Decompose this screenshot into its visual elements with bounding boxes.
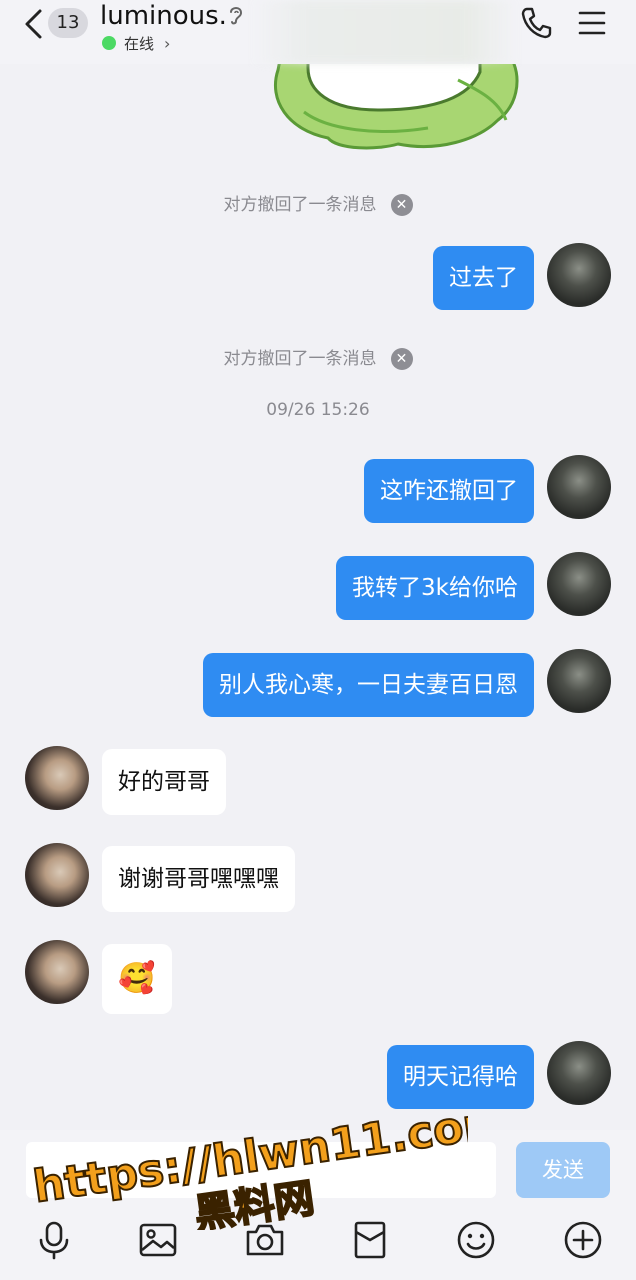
unread-count-badge[interactable]: 13 [48, 8, 88, 38]
dismiss-icon[interactable]: ✕ [390, 194, 413, 216]
camera-icon[interactable] [245, 1220, 285, 1260]
online-status-label: 在线 [124, 34, 155, 53]
contact-name[interactable]: luminous. [100, 0, 227, 32]
system-message: 对方撤回了一条消息 ✕ [0, 344, 636, 370]
dismiss-icon[interactable]: ✕ [390, 348, 413, 370]
system-message: 对方撤回了一条消息 ✕ [0, 190, 636, 216]
my-avatar[interactable] [547, 1041, 611, 1105]
online-dot-icon [102, 36, 116, 50]
incoming-emoji-bubble[interactable]: 🥰 [102, 944, 172, 1014]
my-avatar[interactable] [547, 552, 611, 616]
outgoing-message-bubble[interactable]: 这咋还撤回了 [364, 459, 534, 523]
microphone-icon[interactable] [34, 1220, 74, 1260]
online-status[interactable]: 在线 › [102, 33, 170, 53]
my-avatar[interactable] [547, 455, 611, 519]
contact-avatar[interactable] [25, 746, 89, 810]
my-avatar[interactable] [547, 243, 611, 307]
contact-avatar[interactable] [25, 940, 89, 1004]
incoming-message-bubble[interactable]: 好的哥哥 [102, 749, 226, 815]
system-message-text: 对方撤回了一条消息 [223, 349, 377, 369]
back-icon[interactable] [22, 8, 46, 40]
message-timestamp: 09/26 15:26 [266, 400, 370, 420]
menu-icon[interactable] [578, 10, 606, 36]
chevron-right-icon: › [164, 33, 171, 53]
blurred-sticker-area [250, 0, 520, 64]
incoming-message-bubble[interactable]: 谢谢哥哥嘿嘿嘿 [102, 846, 295, 912]
phone-icon[interactable] [520, 6, 552, 40]
outgoing-message-bubble[interactable]: 别人我心寒，一日夫妻百日恩 [203, 653, 534, 717]
contact-avatar[interactable] [25, 843, 89, 907]
ear-icon [230, 7, 243, 25]
outgoing-message-bubble[interactable]: 过去了 [433, 246, 534, 310]
cabbage-sticker[interactable] [268, 60, 524, 152]
outgoing-message-bubble[interactable]: 明天记得哈 [387, 1045, 534, 1109]
input-toolbar [0, 1210, 636, 1280]
plus-icon[interactable] [563, 1220, 603, 1260]
image-icon[interactable] [138, 1220, 178, 1260]
composer-bar: 发送 [0, 1130, 636, 1210]
send-button[interactable]: 发送 [516, 1142, 610, 1198]
chat-header: 13 luminous. 在线 › [0, 0, 636, 64]
emoji-icon[interactable] [456, 1220, 496, 1260]
my-avatar[interactable] [547, 649, 611, 713]
red-packet-icon[interactable] [350, 1220, 390, 1260]
message-input[interactable] [26, 1142, 496, 1198]
system-message-text: 对方撤回了一条消息 [223, 195, 377, 215]
outgoing-message-bubble[interactable]: 我转了3k给你哈 [336, 556, 534, 620]
